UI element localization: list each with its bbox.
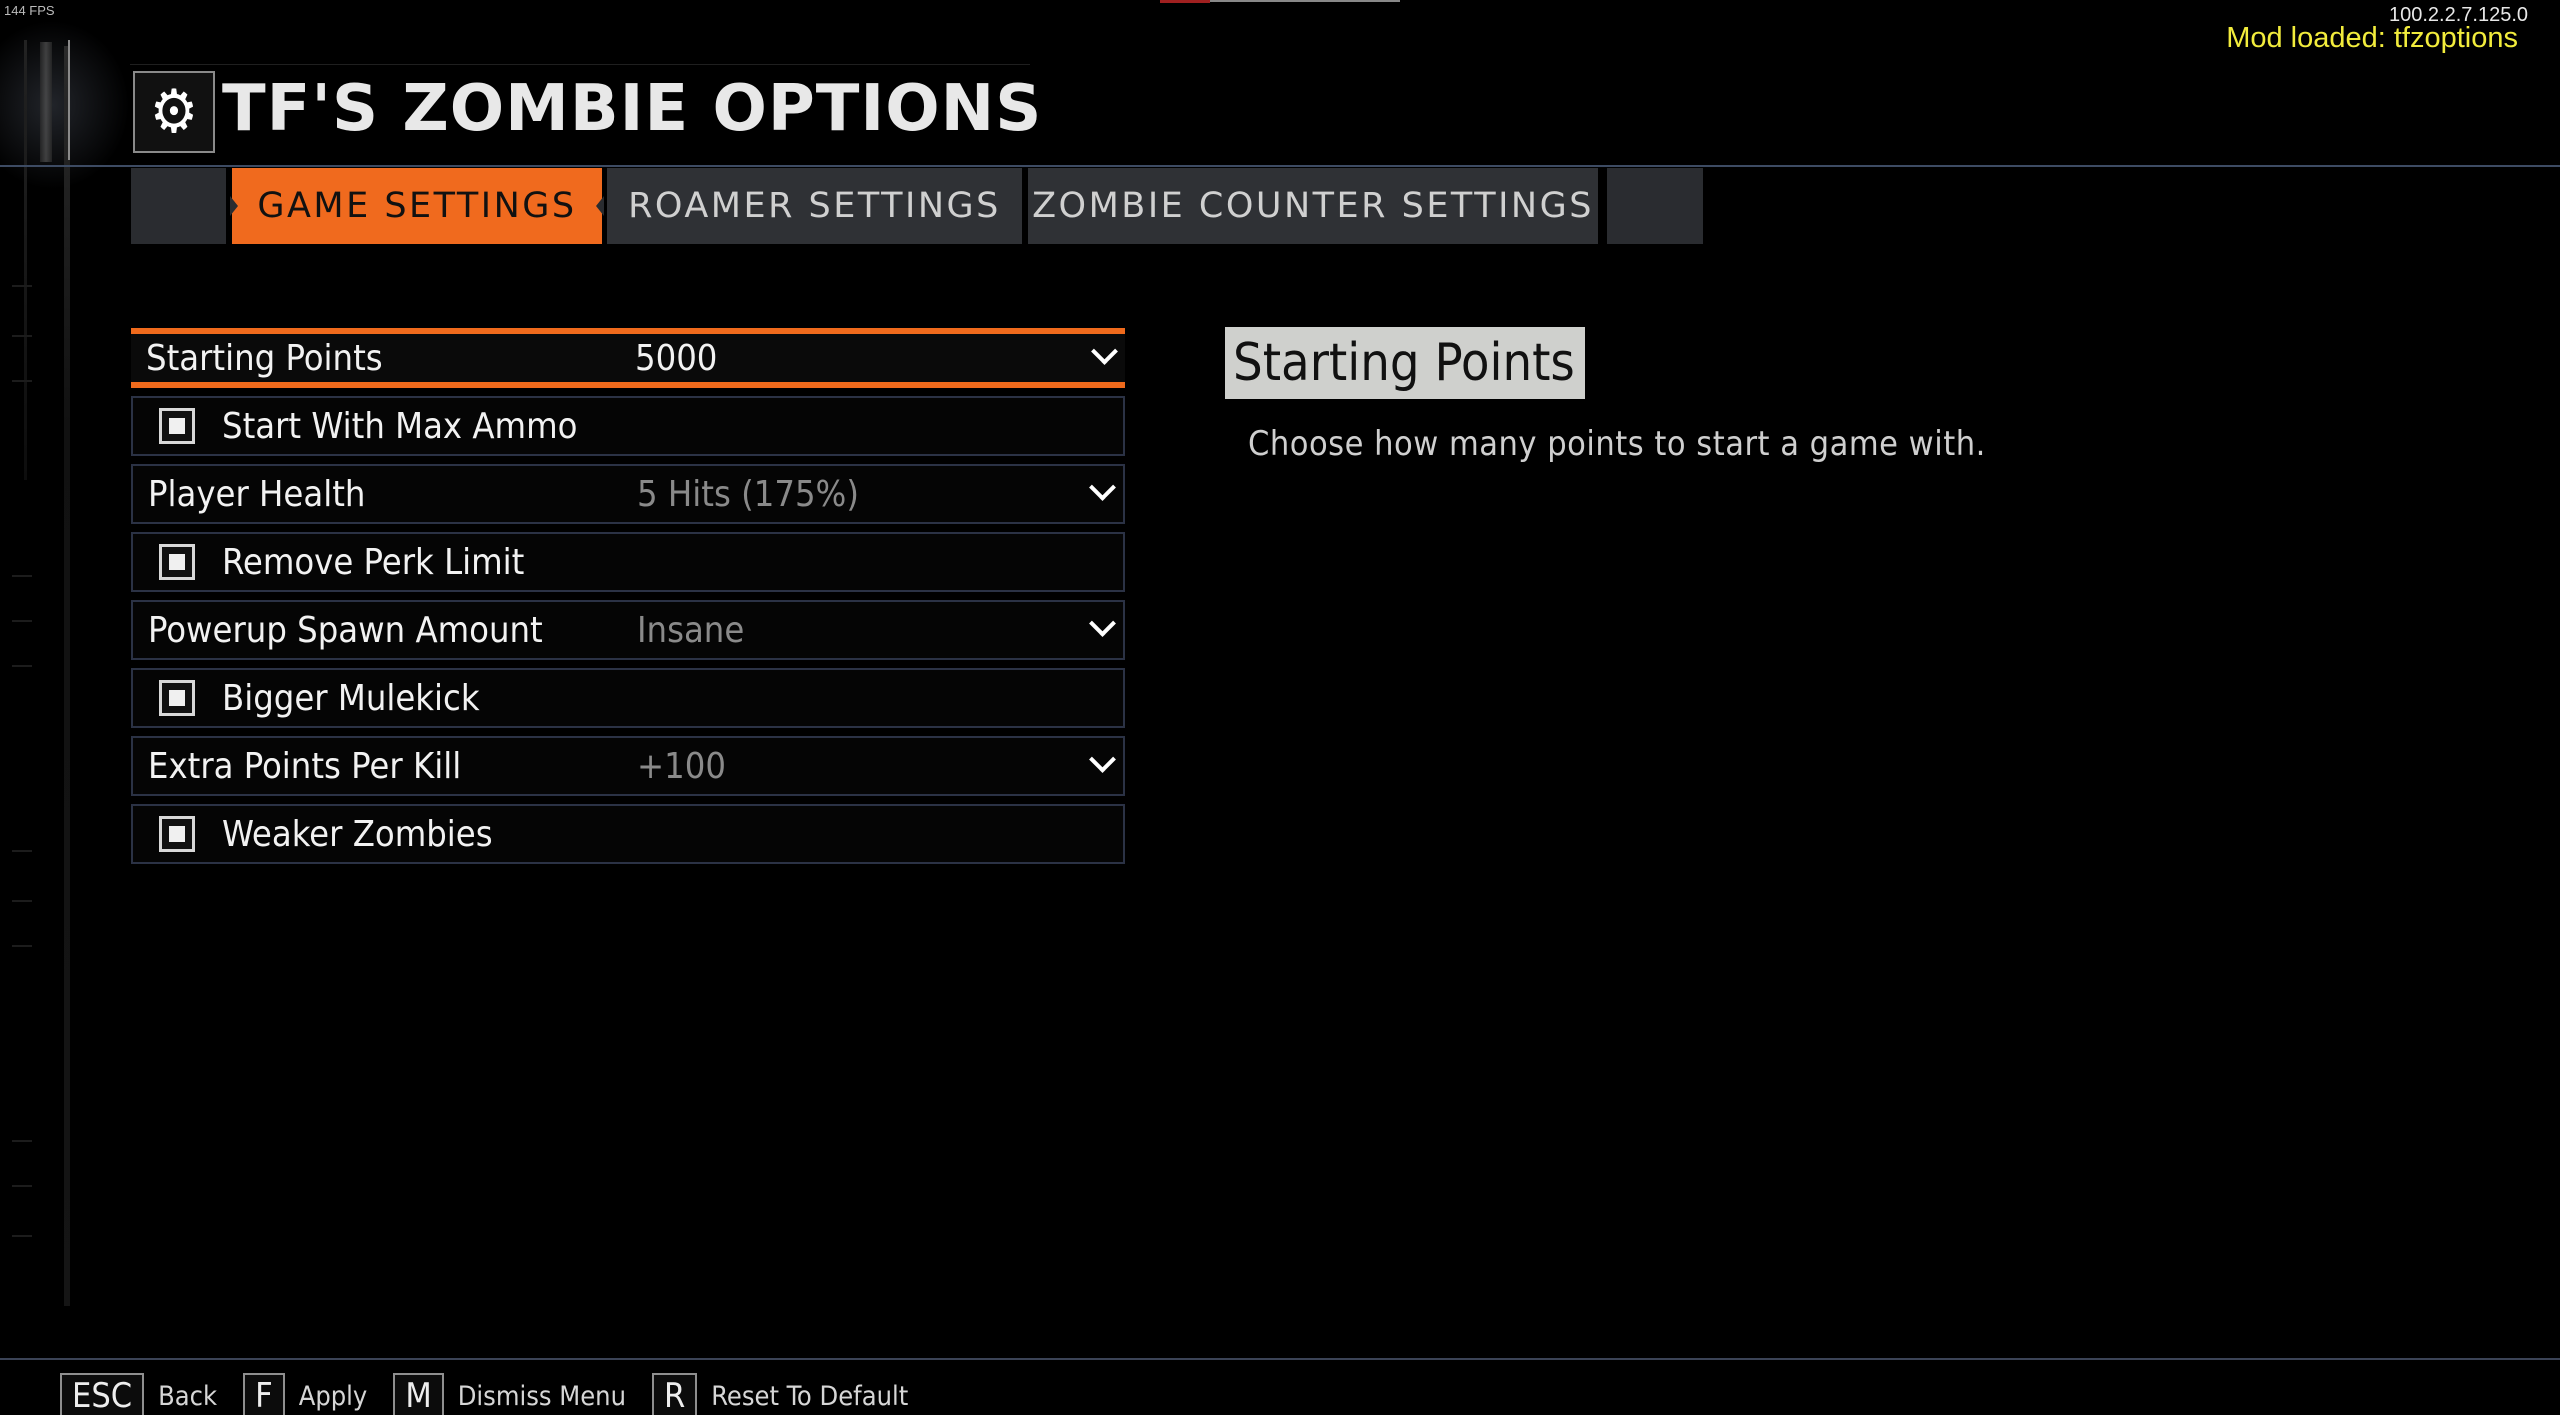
chevron-down-icon[interactable] bbox=[1091, 340, 1115, 364]
apply-button[interactable]: F Apply bbox=[243, 1373, 367, 1415]
decorative-tick bbox=[12, 620, 32, 622]
decorative-tick bbox=[12, 665, 32, 667]
header-divider bbox=[0, 165, 2560, 167]
tab-roamer-settings[interactable]: ROAMER SETTINGS bbox=[607, 168, 1022, 244]
option-label: Start With Max Ammo bbox=[222, 405, 578, 447]
decorative-rail bbox=[68, 40, 70, 160]
option-label: Extra Points Per Kill bbox=[148, 745, 462, 787]
decorative-tick bbox=[12, 1185, 32, 1187]
key-label: Apply bbox=[298, 1380, 368, 1412]
option-value: +100 bbox=[637, 745, 726, 787]
decorative-tick bbox=[12, 285, 32, 287]
option-label: Bigger Mulekick bbox=[222, 677, 480, 719]
keycap: ESC bbox=[60, 1373, 145, 1415]
option-label: Remove Perk Limit bbox=[222, 541, 525, 583]
decorative-rail bbox=[24, 40, 27, 480]
option-bigger-mulekick[interactable]: Bigger Mulekick bbox=[131, 668, 1125, 728]
footer-divider bbox=[0, 1358, 2560, 1360]
description-title: Starting Points bbox=[1225, 327, 1585, 399]
option-remove-perk-limit[interactable]: Remove Perk Limit bbox=[131, 532, 1125, 592]
mod-loaded-label: Mod loaded: tfzoptions bbox=[2226, 22, 2518, 54]
header-divider-top bbox=[130, 64, 1030, 65]
dismiss-menu-button[interactable]: M Dismiss Menu bbox=[393, 1373, 626, 1415]
option-starting-points[interactable]: Starting Points 5000 bbox=[131, 328, 1125, 388]
chevron-down-icon[interactable] bbox=[1089, 612, 1113, 636]
option-label: Starting Points bbox=[146, 337, 383, 379]
back-button[interactable]: ESC Back bbox=[60, 1373, 217, 1415]
description-text: Choose how many points to start a game w… bbox=[1248, 424, 1986, 464]
page-title: TF'S ZOMBIE OPTIONS bbox=[222, 72, 1043, 146]
decorative-tick bbox=[12, 900, 32, 902]
gears-icon: ⚙ bbox=[133, 71, 215, 153]
option-extra-points-per-kill[interactable]: Extra Points Per Kill +100 bbox=[131, 736, 1125, 796]
option-weaker-zombies[interactable]: Weaker Zombies bbox=[131, 804, 1125, 864]
decorative-rail bbox=[64, 46, 70, 1306]
tab-spacer-right bbox=[1607, 168, 1703, 244]
footer-keybinds: ESC Back F Apply M Dismiss Menu R Reset … bbox=[60, 1373, 934, 1415]
key-label: Back bbox=[158, 1380, 218, 1412]
option-label: Weaker Zombies bbox=[222, 813, 493, 855]
tab-zombie-counter-settings[interactable]: ZOMBIE COUNTER SETTINGS bbox=[1028, 168, 1598, 244]
checkbox[interactable] bbox=[159, 816, 195, 852]
key-label: Dismiss Menu bbox=[457, 1380, 626, 1412]
fps-counter: 144 FPS bbox=[4, 3, 55, 18]
decorative-rail bbox=[40, 42, 52, 162]
decorative-tick bbox=[12, 850, 32, 852]
reset-to-default-button[interactable]: R Reset To Default bbox=[651, 1373, 909, 1415]
decorative-tick bbox=[12, 1140, 32, 1142]
decorative-tick bbox=[12, 945, 32, 947]
option-value: 5 Hits (175%) bbox=[637, 473, 859, 515]
tab-spacer-left bbox=[131, 168, 226, 244]
decorative-tick bbox=[12, 1235, 32, 1237]
option-value: 5000 bbox=[635, 337, 718, 379]
key-label: Reset To Default bbox=[711, 1380, 909, 1412]
option-player-health[interactable]: Player Health 5 Hits (175%) bbox=[131, 464, 1125, 524]
decorative-tick bbox=[12, 380, 32, 382]
top-accent-line bbox=[1210, 0, 1400, 2]
tab-game-settings[interactable]: GAME SETTINGS bbox=[230, 168, 604, 244]
option-powerup-spawn-amount[interactable]: Powerup Spawn Amount Insane bbox=[131, 600, 1125, 660]
checkbox[interactable] bbox=[159, 544, 195, 580]
option-label: Powerup Spawn Amount bbox=[148, 609, 543, 651]
keycap: F bbox=[243, 1373, 285, 1415]
keycap: R bbox=[651, 1373, 698, 1415]
chevron-down-icon[interactable] bbox=[1089, 476, 1113, 500]
option-label: Player Health bbox=[148, 473, 366, 515]
decorative-tick bbox=[12, 335, 32, 337]
decorative-tick bbox=[12, 575, 32, 577]
option-value: Insane bbox=[637, 609, 745, 651]
chevron-down-icon[interactable] bbox=[1089, 748, 1113, 772]
checkbox[interactable] bbox=[159, 680, 195, 716]
option-start-with-max-ammo[interactable]: Start With Max Ammo bbox=[131, 396, 1125, 456]
checkbox[interactable] bbox=[159, 408, 195, 444]
top-accent-red bbox=[1160, 0, 1210, 3]
options-list: Starting Points 5000 Start With Max Ammo… bbox=[131, 328, 1125, 872]
keycap: M bbox=[393, 1373, 444, 1415]
